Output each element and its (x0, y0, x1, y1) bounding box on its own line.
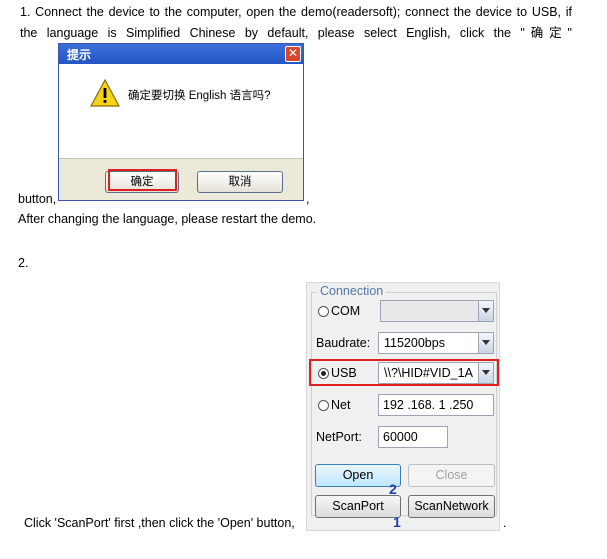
usb-highlight-box (309, 359, 499, 386)
step2-instruction: Click 'ScanPort' first ,then click the '… (24, 516, 295, 530)
cancel-button[interactable]: 取消 (197, 171, 283, 193)
com-radio[interactable] (318, 306, 329, 317)
warning-icon (90, 78, 120, 107)
language-dialog: 提示 ✕ 确定要切换 English 语言吗? 确定 取消 (58, 43, 304, 201)
step1-comma: , (306, 192, 310, 206)
chevron-down-icon[interactable] (478, 333, 493, 353)
step1-line2: the language is Simplified Chinese by de… (20, 26, 572, 40)
scanport-button[interactable]: ScanPort (315, 495, 401, 518)
dialog-titlebar: 提示 ✕ (59, 44, 303, 64)
step-badge-1: 1 (393, 514, 401, 530)
netport-label: NetPort: (316, 430, 362, 444)
connection-panel: Connection COM Baudrate: 115200bps USB \… (306, 282, 500, 531)
chevron-down-icon[interactable] (478, 301, 493, 321)
step-badge-2: 2 (389, 481, 397, 497)
step1-line1: 1. Connect the device to the computer, o… (20, 5, 572, 19)
connection-legend: Connection (317, 284, 387, 298)
scannetwork-button[interactable]: ScanNetwork (408, 495, 495, 518)
baudrate-select[interactable]: 115200bps (378, 332, 494, 354)
ip-address-input[interactable]: 192 .168. 1 .250 (378, 394, 494, 416)
netport-input[interactable]: 60000 (378, 426, 448, 448)
dialog-message: 确定要切换 English 语言吗? (128, 90, 271, 102)
com-label: COM (331, 304, 361, 318)
com-port-select[interactable] (380, 300, 494, 322)
baudrate-label: Baudrate: (316, 336, 371, 350)
dialog-separator (59, 158, 303, 159)
baudrate-value: 115200bps (384, 336, 445, 350)
step2-period: . (503, 516, 507, 530)
dialog-title: 提示 (67, 48, 92, 62)
net-label: Net (331, 398, 351, 412)
step1-after: After changing the language, please rest… (18, 212, 317, 226)
step2-number: 2. (18, 256, 29, 270)
net-radio[interactable] (318, 400, 329, 411)
ok-highlight-box (108, 169, 177, 191)
close-icon[interactable]: ✕ (285, 46, 301, 62)
close-button[interactable]: Close (408, 464, 495, 487)
step1-button-text: button, (18, 192, 57, 206)
